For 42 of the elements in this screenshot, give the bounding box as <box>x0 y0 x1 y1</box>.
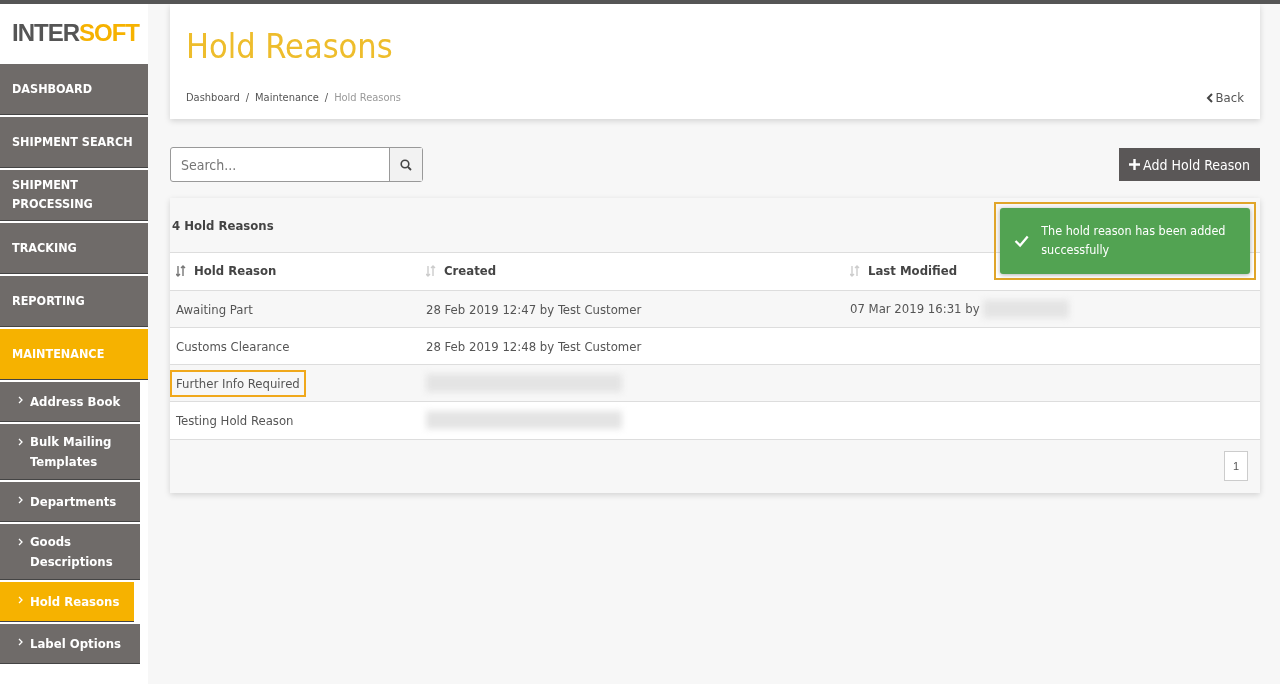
breadcrumb-separator: / <box>245 91 250 104</box>
sidebar-item[interactable]: Bulk Mailing Templates <box>0 424 140 480</box>
table-cell: 28 Feb 2019 12:48 by Test Customer <box>426 338 642 354</box>
table-cell: 28 Feb 2019 12:47 by Test Customer <box>426 301 642 317</box>
sidebar-item[interactable]: Label Options <box>0 624 140 664</box>
sidebar-item[interactable]: REPORTING <box>0 276 148 327</box>
sidebar-item[interactable]: TRACKING <box>0 223 148 274</box>
sidebar-item[interactable]: Departments <box>0 482 140 522</box>
breadcrumb-link[interactable]: Dashboard <box>186 91 240 104</box>
chevron-icon <box>18 596 23 604</box>
sort-icon <box>426 264 436 277</box>
record-count: 4 Hold Reasons <box>172 217 274 233</box>
chevron-icon <box>18 396 23 404</box>
table-cell: Testing Hold Reason <box>176 412 294 428</box>
page-button[interactable]: 1 <box>1224 451 1248 481</box>
chevron-icon <box>18 438 23 446</box>
chevron-icon <box>18 538 23 546</box>
breadcrumb-link[interactable]: Hold Reasons <box>334 91 401 104</box>
check-icon <box>1014 233 1030 249</box>
sidebar-item[interactable]: Goods Descriptions <box>0 524 140 580</box>
search-input[interactable]: Search... <box>171 148 389 181</box>
chevron-icon <box>18 638 23 646</box>
table-cell: Awaiting Part <box>176 301 253 317</box>
search-field[interactable]: Search... <box>170 147 423 182</box>
search-icon[interactable] <box>389 148 422 181</box>
table-cell: Customs Clearance <box>176 338 290 354</box>
sidebar-item[interactable]: DASHBOARD <box>0 64 148 115</box>
breadcrumb-link[interactable]: Maintenance <box>255 91 319 104</box>
plus-icon <box>1129 159 1141 170</box>
sort-icon <box>850 264 860 277</box>
chevron-left-icon[interactable] <box>1205 92 1213 103</box>
sidebar-item[interactable]: Address Book <box>0 382 140 422</box>
sort-icon <box>176 264 186 277</box>
sidebar-item[interactable]: SHIPMENT PROCESSING <box>0 170 148 221</box>
back-link[interactable]: Back <box>1205 90 1244 105</box>
page-title: Hold Reasons <box>186 26 394 66</box>
table-cell: 07 Mar 2019 16:31 by <box>850 300 980 316</box>
sidebar-item[interactable]: SHIPMENT SEARCH <box>0 117 148 168</box>
table-cell: Further Info Required <box>170 369 306 397</box>
add-hold-reason-button[interactable]: Add Hold Reason <box>1119 148 1260 181</box>
breadcrumb-separator: / <box>324 91 329 104</box>
chevron-icon <box>18 496 23 504</box>
